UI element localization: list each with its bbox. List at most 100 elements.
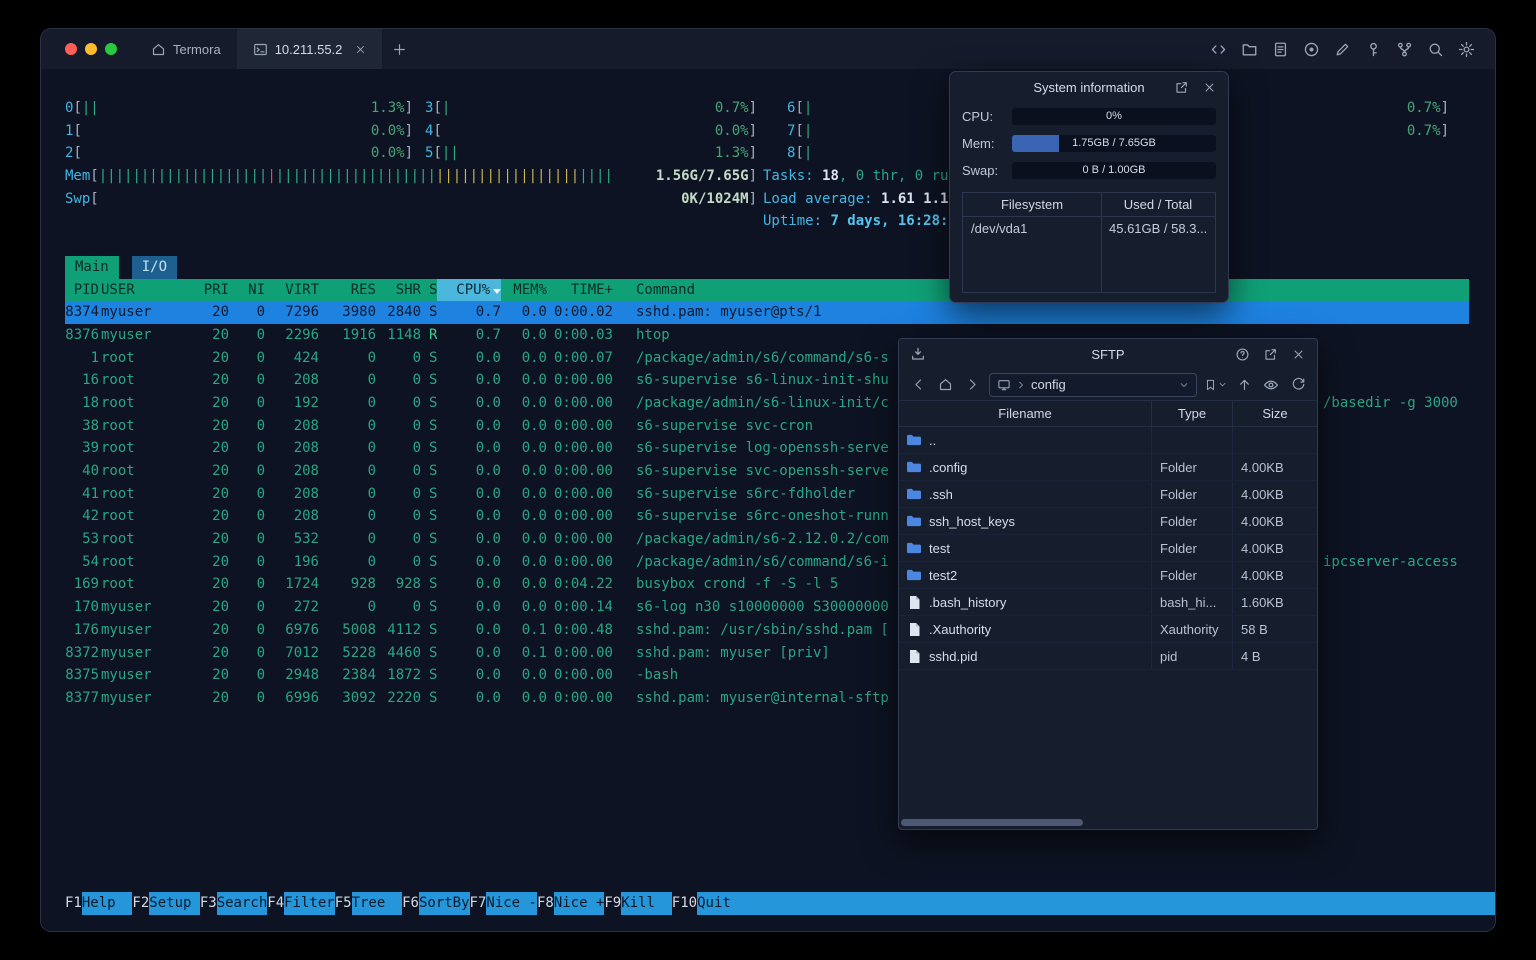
htop-function-bar: F1 Help F2 Setup F3 Search F4 Filter F5 Tree F6 Sor… <box>65 892 1495 915</box>
fkey-f4[interactable]: F4 Filter <box>267 892 335 915</box>
column-header-mem[interactable]: MEM% <box>501 279 547 302</box>
fkey-f2[interactable]: F2 Setup <box>132 892 200 915</box>
chevron-right-icon <box>1016 380 1026 390</box>
column-header-ni[interactable]: NI <box>229 279 265 302</box>
sftp-file-row[interactable]: .Xauthority Xauthority 58 B <box>899 616 1317 643</box>
help-icon[interactable] <box>1232 344 1252 364</box>
sysinfo-meter-bar: 1.75GB / 7.65GB <box>1012 135 1216 152</box>
show-hidden-eye-icon[interactable] <box>1261 375 1281 395</box>
cpu-meter-4: 4[0.0%] <box>425 122 757 139</box>
chevron-down-icon[interactable] <box>1179 380 1189 390</box>
edit-icon[interactable] <box>1332 39 1353 60</box>
open-in-window-icon[interactable] <box>1171 77 1191 97</box>
column-header-time[interactable]: TIME+ <box>547 279 613 302</box>
home-icon[interactable] <box>935 375 955 395</box>
parent-directory-icon[interactable] <box>1234 375 1254 395</box>
sftp-file-row[interactable]: .. <box>899 427 1317 454</box>
sysinfo-meter-label: Swap: <box>962 163 999 178</box>
terminal-overflow-fragment: ipcserver-access <box>1323 554 1458 570</box>
folder-icon <box>906 541 922 555</box>
htop-tab-main[interactable]: Main <box>65 255 119 279</box>
process-table-header: PID USER PRI NI VIRT RES SHR S CPU% MEM% TIME+ Comm… <box>65 278 1469 302</box>
process-row[interactable]: 8374 myuser 20 0 7296 3980 2840 S 0.7 0.0 0:00.02 s… <box>65 301 1469 324</box>
maximize-window-button[interactable] <box>105 43 117 55</box>
fkey-f1[interactable]: F1 Help <box>65 892 133 915</box>
open-in-window-icon[interactable] <box>1260 344 1280 364</box>
branch-icon[interactable] <box>1394 39 1415 60</box>
sysinfo-meter-bar: 0 B / 1.00GB <box>1012 162 1216 179</box>
htop-tab-io[interactable]: I/O <box>131 255 178 279</box>
terminal-icon <box>253 42 268 57</box>
sftp-column-filename[interactable]: Filename <box>899 401 1151 426</box>
close-window-button[interactable] <box>65 43 77 55</box>
sftp-column-type[interactable]: Type <box>1151 401 1232 426</box>
sftp-file-row[interactable]: ssh_host_keys Folder 4.00KB <box>899 508 1317 535</box>
sftp-file-row[interactable]: sshd.pid pid 4 B <box>899 643 1317 670</box>
folder-icon <box>906 514 922 528</box>
tab-close-icon[interactable] <box>355 44 366 55</box>
tab-home[interactable]: Termora <box>135 29 237 69</box>
record-icon[interactable] <box>1301 39 1322 60</box>
sftp-file-row[interactable]: .bash_history bash_hi... 1.60KB <box>899 589 1317 616</box>
titlebar-toolbar <box>1208 39 1495 60</box>
key-icon[interactable] <box>1363 39 1384 60</box>
filesystem-column-header: Filesystem <box>963 193 1101 217</box>
sftp-file-row[interactable]: .config Folder 4.00KB <box>899 454 1317 481</box>
file-icon <box>906 595 922 610</box>
filesystem-row: /dev/vda1 45.61GB / 58.3... <box>971 221 1208 236</box>
terminal-overflow-fragment: /basedir -g 3000 <box>1323 395 1458 412</box>
search-icon[interactable] <box>1425 39 1446 60</box>
settings-icon[interactable] <box>1456 39 1477 60</box>
horizontal-scrollbar-thumb[interactable] <box>901 819 1083 826</box>
fkey-f6[interactable]: F6 SortBy <box>402 892 470 915</box>
column-header-pid[interactable]: PID <box>65 279 99 302</box>
sftp-column-size[interactable]: Size <box>1232 401 1317 426</box>
tab-home-label: Termora <box>173 41 221 57</box>
sftp-file-row[interactable]: test2 Folder 4.00KB <box>899 562 1317 589</box>
code-icon[interactable] <box>1208 39 1229 60</box>
fkey-f8[interactable]: F8 Nice + <box>537 892 605 915</box>
fkey-f10[interactable]: F10 Quit <box>672 892 748 915</box>
bookmark-button[interactable] <box>1204 378 1227 392</box>
back-icon[interactable] <box>908 375 928 395</box>
new-tab-button[interactable] <box>382 29 416 69</box>
memory-meter: Mem[||||||||||||||||||||||||||||||||||||… <box>65 168 757 185</box>
forward-icon[interactable] <box>962 375 982 395</box>
minimize-window-button[interactable] <box>85 43 97 55</box>
column-header-pri[interactable]: PRI <box>191 279 229 302</box>
column-header-cpu[interactable]: CPU% <box>437 278 501 302</box>
column-header-s[interactable]: S <box>421 279 437 302</box>
folder-icon <box>906 460 922 474</box>
sftp-file-row[interactable]: .ssh Folder 4.00KB <box>899 481 1317 508</box>
folder-icon <box>906 433 922 447</box>
sftp-titlebar: SFTP <box>899 339 1317 369</box>
filesystem-table: Filesystem Used / Total /dev/vda1 45.61GB … <box>962 192 1216 293</box>
computer-icon <box>997 378 1011 392</box>
tab-session[interactable]: 10.211.55.2 <box>236 29 383 69</box>
fkey-f7[interactable]: F7 Nice - <box>470 892 537 915</box>
folder-icon[interactable] <box>1239 39 1260 60</box>
column-header-res[interactable]: RES <box>319 279 376 302</box>
fkey-f5[interactable]: F5 Tree <box>335 892 403 915</box>
fkey-f3[interactable]: F3 Search <box>200 892 268 915</box>
close-icon[interactable] <box>1288 344 1308 364</box>
cpu-meter-0: 0[|| 1.3%] <box>65 100 413 116</box>
column-header-virt[interactable]: VIRT <box>265 279 319 302</box>
sftp-table-header: Filename Type Size <box>899 400 1317 427</box>
column-header-shr[interactable]: SHR <box>376 279 421 302</box>
bookmark-icon <box>1204 378 1217 392</box>
cpu-meter-3: 3[| 0.7%] <box>425 100 757 116</box>
sftp-file-list: .. .config Folder 4.00KB .ssh Folder 4.00KB ssh… <box>899 427 1317 670</box>
filesystem-column-header: Used / Total <box>1101 193 1215 217</box>
log-icon[interactable] <box>1270 39 1291 60</box>
fkey-f9[interactable]: F9 Kill <box>604 892 672 915</box>
refresh-icon[interactable] <box>1288 375 1308 395</box>
column-header-user[interactable]: USER <box>99 279 191 302</box>
app-window: Termora 10.211.55.2 0 [|| 1.3%] 3 [| … <box>40 28 1496 932</box>
htop-screen-tabs: Main I/O <box>65 255 1469 279</box>
path-breadcrumb[interactable]: config <box>989 372 1197 397</box>
titlebar: Termora 10.211.55.2 <box>41 29 1495 69</box>
close-icon[interactable] <box>1199 77 1219 97</box>
sftp-file-row[interactable]: test Folder 4.00KB <box>899 535 1317 562</box>
